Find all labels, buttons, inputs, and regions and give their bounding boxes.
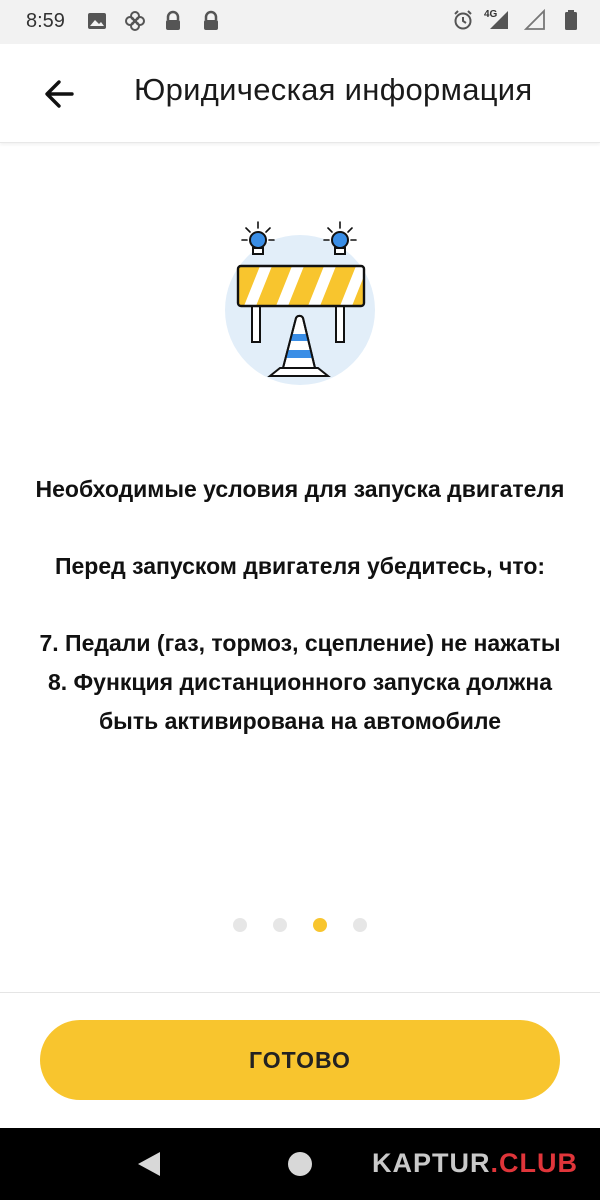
system-nav-bar: KAPTUR.CLUB: [0, 1128, 600, 1200]
pinwheel-icon: [125, 11, 145, 31]
list-item: 7. Педали (газ, тормоз, сцепление) не на…: [39, 630, 561, 656]
watermark-dot: .: [490, 1148, 500, 1178]
section-heading: Необходимые условия для запуска двигател…: [35, 476, 565, 502]
status-bar: 8:59 4G: [0, 0, 600, 44]
page-dot[interactable]: [273, 918, 287, 932]
road-barrier-illustration: [225, 221, 375, 385]
page-dot-active[interactable]: [313, 918, 327, 932]
signal-icon: [490, 11, 508, 29]
status-left-icons: [86, 10, 222, 32]
watermark-part2: CLUB: [499, 1148, 579, 1178]
page-dot[interactable]: [353, 918, 367, 932]
lock-icon: [204, 10, 218, 30]
alarm-icon: [454, 10, 472, 30]
watermark-part1: KAPTUR: [372, 1148, 491, 1178]
list-item: 8. Функция дистанционного запуска должна…: [47, 669, 553, 734]
image-icon: [88, 13, 106, 29]
legal-content: Необходимые условия для запуска двигател…: [30, 470, 570, 741]
striped-barrier-icon: [236, 264, 366, 308]
page-dot[interactable]: [233, 918, 247, 932]
nav-back-icon[interactable]: [136, 1150, 162, 1178]
intro-text: Перед запуском двигателя убедитесь, что:: [54, 553, 546, 579]
done-button[interactable]: ГОТОВО: [40, 1020, 560, 1100]
page-title: Юридическая информация: [134, 72, 533, 107]
battery-icon: [565, 10, 577, 30]
page-indicator: [0, 918, 600, 932]
arrow-left-icon[interactable]: [38, 72, 82, 116]
signal-empty-icon: [524, 9, 545, 30]
watermark: KAPTUR.CLUB: [372, 1148, 578, 1179]
divider: [0, 992, 600, 993]
nav-home-icon[interactable]: [288, 1152, 312, 1176]
status-time: 8:59: [26, 10, 65, 32]
lock-icon: [166, 10, 180, 30]
app-bar: Юридическая информация: [0, 44, 600, 143]
status-right-icons: [452, 9, 582, 31]
